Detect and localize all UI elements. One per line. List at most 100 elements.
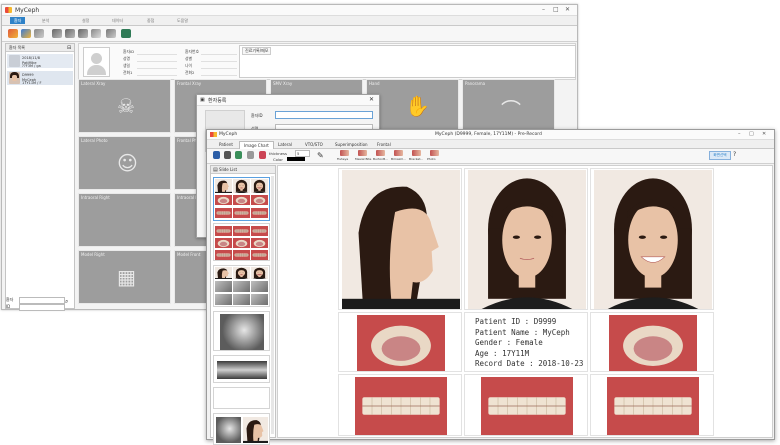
back-tab-5[interactable]: 도움말 (177, 18, 188, 24)
image-slot-label: SMV Xray (273, 81, 293, 86)
close-button[interactable]: ✕ (762, 131, 766, 137)
face-photo-slot[interactable] (464, 168, 588, 310)
dialog-patient-id-input[interactable] (275, 111, 373, 119)
slide-thumbnail[interactable] (213, 311, 270, 351)
record-info-line: Patient Name : MyCeph (475, 327, 570, 337)
patient-row[interactable]: 2018/11/8 PatiMike ??F3M / ga (7, 54, 73, 68)
tab-lateral[interactable]: Lateral (274, 141, 296, 148)
dialog-title: 환자등록 (208, 98, 227, 104)
tab-image-chart[interactable]: Image Chart (239, 141, 274, 149)
layout-icon[interactable] (106, 29, 116, 38)
search-id-input[interactable] (19, 304, 65, 311)
intraoral-photo-slot[interactable] (338, 374, 462, 436)
image-slot[interactable]: Panorama ⌒ (462, 79, 555, 133)
new-patient-icon[interactable] (8, 29, 18, 38)
print-icon[interactable] (78, 29, 88, 38)
info-label: 환자번호 (185, 49, 199, 54)
thickness-label: thickness (269, 151, 287, 156)
tab-patient[interactable]: Patient (215, 141, 237, 148)
patient-row-line3: ??F3M / ga (22, 64, 41, 68)
slide-list-title: Slide List (211, 166, 275, 174)
back-tab-3[interactable]: 데이터 (112, 18, 123, 24)
tab-vto-sto[interactable]: VTO/STO (301, 141, 327, 148)
image-slot-label: Lateral Photo (81, 138, 108, 143)
back-tab-2[interactable]: 설정 (82, 18, 89, 24)
slide-thumbnail[interactable] (213, 177, 270, 221)
xray-thumb (215, 281, 232, 292)
slide-thumbnail[interactable] (213, 265, 270, 307)
thickness-input[interactable]: 5 (295, 150, 310, 157)
tool-icon[interactable] (340, 150, 349, 156)
slide-thumbnail[interactable] (213, 413, 270, 445)
minimize-button[interactable]: – (542, 6, 545, 13)
export-icon[interactable] (235, 151, 242, 159)
patient-list-panel: 환자 목록 ⊟ 2018/11/8 PatiMike ??F3M / ga D9… (5, 43, 75, 309)
search-id-label: ID (6, 304, 11, 309)
tool-icon[interactable] (430, 150, 439, 156)
xray-thumb (251, 281, 268, 292)
close-button[interactable]: ✕ (565, 6, 570, 13)
tool-icon[interactable] (376, 150, 385, 156)
tool-label: Photo (427, 157, 436, 161)
tab-superimposition[interactable]: Superimposition (331, 141, 372, 148)
export-icon[interactable] (65, 29, 75, 38)
xray-thumb (233, 294, 250, 305)
slot-placeholder-icon: ⌒ (501, 98, 521, 122)
minimize-button[interactable]: – (738, 131, 741, 137)
back-titlebar: MyCeph – □ ✕ (2, 5, 577, 16)
save-icon[interactable] (213, 151, 220, 159)
avatar (9, 72, 20, 84)
settings-icon[interactable] (247, 151, 254, 159)
image-slot[interactable]: Lateral Photo ☺ (78, 136, 171, 190)
slide-thumbnail[interactable] (213, 387, 270, 409)
info-label: 전화2 (185, 70, 195, 75)
screen-select-button[interactable]: 화면선택 (709, 151, 731, 160)
tool-label: Bracket... (409, 157, 424, 161)
search-input[interactable] (19, 297, 65, 304)
image-slot[interactable]: Lateral Xray ☠ (78, 79, 171, 133)
patient-row[interactable]: D9999 MyCeph 17Y11M / F (7, 71, 73, 85)
view-icon[interactable] (91, 29, 101, 38)
tool-icon[interactable] (358, 150, 367, 156)
search-icon[interactable]: ⌕ (65, 298, 68, 306)
grid-view-icon[interactable] (121, 29, 131, 38)
color-swatch[interactable] (287, 157, 305, 161)
brush-icon[interactable]: ✎ (317, 151, 324, 160)
face-photo-slot[interactable] (590, 168, 714, 310)
image-slot-label: Intraoral Right (81, 195, 110, 200)
slide-list-panel: Slide List ▤ (210, 165, 276, 445)
face-photo-slot[interactable] (338, 168, 462, 310)
print-icon[interactable] (224, 151, 231, 159)
dialog-close-button[interactable]: ✕ (369, 96, 374, 103)
xray-thumb (220, 314, 264, 350)
info-label: 나이 (185, 63, 192, 68)
back-tab-4[interactable]: 중첩 (147, 18, 154, 24)
slide-thumbnail[interactable] (213, 223, 270, 261)
maximize-button[interactable]: □ (553, 6, 559, 13)
image-slot-label: Frontal Xray (177, 81, 202, 86)
tool-icon[interactable] (412, 150, 421, 156)
intraoral-photo-slot[interactable] (464, 374, 588, 436)
help-icon[interactable]: ? (733, 151, 736, 158)
panel-collapse-icon[interactable]: ⊟ (67, 45, 71, 51)
intraoral-photo-slot[interactable] (590, 312, 714, 372)
tab-frontal[interactable]: Frontal (373, 141, 395, 148)
maximize-button[interactable]: □ (749, 131, 754, 137)
intraoral-photo-slot[interactable] (590, 374, 714, 436)
import-icon[interactable] (52, 29, 62, 38)
record-info-panel: Patient ID : D9999 Patient Name : MyCeph G… (464, 312, 588, 372)
pen-icon[interactable] (259, 151, 266, 159)
memo-tab[interactable]: 진료기록/메모 (242, 47, 272, 55)
delete-patient-icon[interactable] (34, 29, 44, 38)
patient-row-line3: 17Y11M / F (22, 81, 42, 85)
intraoral-photo-slot[interactable] (338, 312, 462, 372)
image-slot[interactable]: Model Right ▦ (78, 250, 171, 304)
back-tab-0[interactable]: 환자 (10, 17, 26, 24)
edit-patient-icon[interactable] (21, 29, 31, 38)
slide-thumbnail[interactable] (213, 355, 270, 383)
info-label: 성명 (123, 56, 130, 61)
slide-list-scrollbar[interactable] (271, 176, 274, 434)
tool-icon[interactable] (394, 150, 403, 156)
image-slot[interactable]: Intraoral Right (78, 193, 171, 247)
back-tab-1[interactable]: 분석 (42, 18, 49, 24)
